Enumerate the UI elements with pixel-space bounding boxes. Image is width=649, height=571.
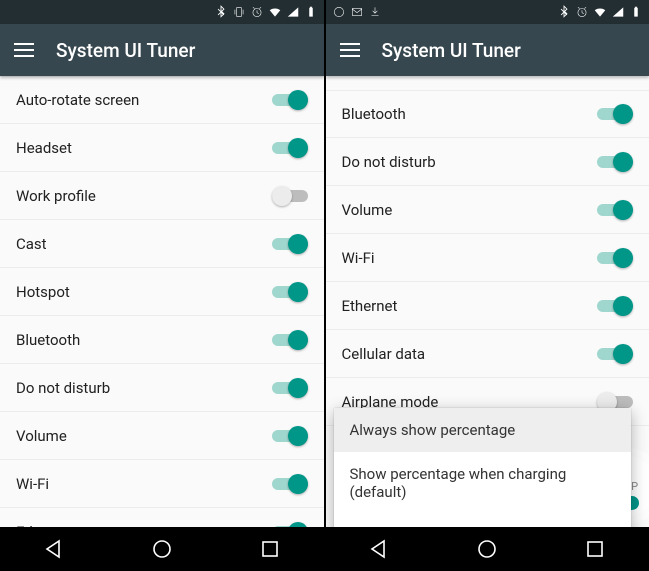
menu-item-dont-show[interactable]: Don't show this icon [334,514,632,527]
toggle-switch[interactable] [272,426,308,446]
setting-row[interactable]: Auto-rotate screen [0,76,324,124]
row-label: Wi-Fi [16,475,49,493]
setting-row[interactable]: Cast [0,220,324,268]
toggle-switch[interactable] [272,474,308,494]
toggle-switch[interactable] [272,90,308,110]
row-label: Work profile [16,187,96,205]
toggle-switch[interactable] [597,104,633,124]
row-label: Cast [16,235,47,253]
notif-app-icon [332,5,346,19]
row-label: Do not disturb [342,153,436,171]
row-label: Headset [16,139,72,157]
toggle-switch[interactable] [597,248,633,268]
nav-back-button[interactable] [367,537,391,561]
setting-row[interactable]: Ethernet [326,282,649,330]
setting-row[interactable]: Hotspot [0,268,324,316]
settings-list: Auto-rotate screen Headset Work profile Cas… [0,76,324,527]
notif-mail-icon [350,5,364,19]
setting-row[interactable]: Do not disturb [326,138,649,186]
phone-left: System UI Tuner Auto-rotate screen Headse… [0,0,326,571]
nav-bar [0,527,324,571]
toggle-switch[interactable] [272,186,308,206]
setting-row[interactable]: Wi-Fi [326,234,649,282]
nav-back-button[interactable] [42,537,66,561]
toggle-switch[interactable] [272,234,308,254]
menu-item-show-when-charging[interactable]: Show percentage when charging (default) [334,452,632,514]
app-bar: System UI Tuner [326,24,649,76]
status-bar [326,0,649,24]
setting-row[interactable]: Do not disturb [0,364,324,412]
vibrate-icon [232,5,246,19]
hamburger-icon[interactable] [14,40,34,60]
alarm-icon [575,5,589,19]
wifi-icon [268,5,282,19]
battery-icon [304,5,318,19]
row-label: Volume [16,427,67,445]
toggle-switch[interactable] [272,378,308,398]
setting-row[interactable]: Ethernet [0,508,324,527]
toggle-switch[interactable] [597,152,633,172]
notif-download-icon [368,5,382,19]
phone-right: System UI Tuner Bluetooth Do not disturb V… [326,0,649,571]
setting-row[interactable]: Bluetooth [326,90,649,138]
battery-icon [629,5,643,19]
settings-list: Bluetooth Do not disturb Volume Wi-Fi Ethern… [326,76,649,527]
alarm-icon [250,5,264,19]
setting-row[interactable]: Bluetooth [0,316,324,364]
row-label: Wi-Fi [342,249,375,267]
toggle-switch[interactable] [597,200,633,220]
setting-row[interactable]: Volume [0,412,324,460]
nav-recents-button[interactable] [258,537,282,561]
toggle-switch[interactable] [597,344,633,364]
nav-home-button[interactable] [475,537,499,561]
menu-item-always-show[interactable]: Always show percentage [334,408,632,452]
row-label: Cellular data [342,345,426,363]
nav-home-button[interactable] [150,537,174,561]
row-label: Ethernet [342,297,398,315]
battery-percentage-popup: Always show percentage Show percentage w… [334,408,632,527]
row-label: Ethernet [16,523,72,528]
setting-row[interactable]: Volume [326,186,649,234]
toggle-switch[interactable] [272,330,308,350]
nav-recents-button[interactable] [583,537,607,561]
bluetooth-icon [214,5,228,19]
row-label: Hotspot [16,283,70,301]
bluetooth-icon [557,5,571,19]
signal-icon [286,5,300,19]
hamburger-icon[interactable] [340,40,360,60]
signal-icon [611,5,625,19]
row-label: Auto-rotate screen [16,91,139,109]
setting-row[interactable]: Headset [0,124,324,172]
appbar-title: System UI Tuner [382,39,521,62]
status-bar [0,0,324,24]
row-label: Bluetooth [342,105,406,123]
wifi-icon [593,5,607,19]
toggle-switch[interactable] [272,138,308,158]
toggle-switch[interactable] [272,522,308,528]
nav-bar [326,527,649,571]
setting-row[interactable]: Cellular data [326,330,649,378]
appbar-title: System UI Tuner [56,39,195,62]
app-bar: System UI Tuner [0,24,324,76]
row-label: Bluetooth [16,331,80,349]
row-label: Volume [342,201,393,219]
row-label: Do not disturb [16,379,110,397]
toggle-switch[interactable] [597,296,633,316]
setting-row[interactable]: Wi-Fi [0,460,324,508]
toggle-switch[interactable] [272,282,308,302]
setting-row[interactable]: Work profile [0,172,324,220]
